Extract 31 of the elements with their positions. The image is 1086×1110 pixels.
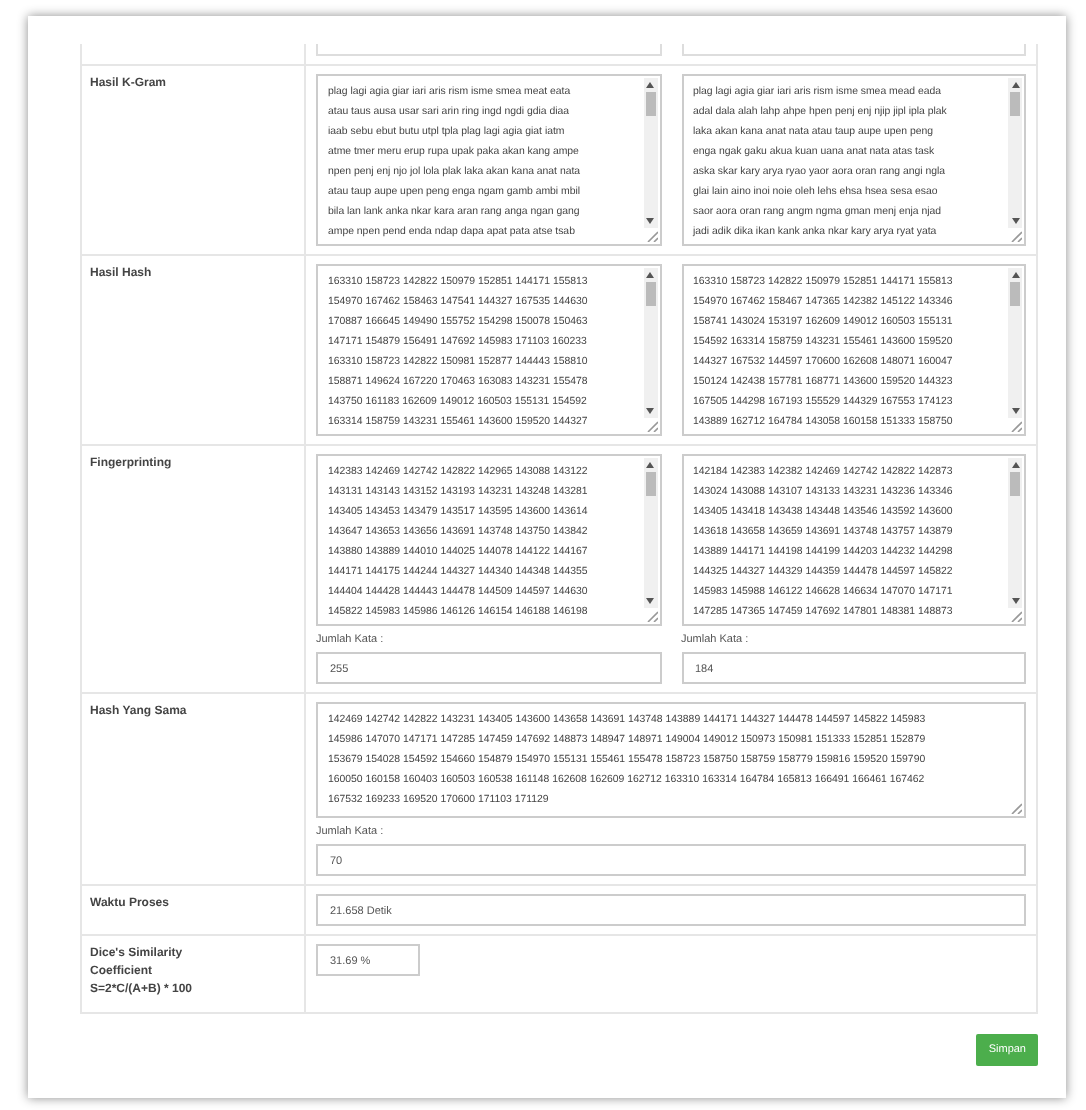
resize-handle-icon[interactable] xyxy=(645,230,657,242)
scrollbar-thumb[interactable] xyxy=(1010,472,1020,496)
scrollbar-thumb[interactable] xyxy=(645,92,655,116)
scrollbar[interactable] xyxy=(1008,458,1022,608)
scroll-down-icon[interactable] xyxy=(1011,598,1019,604)
scroll-down-icon[interactable] xyxy=(646,598,654,604)
resize-handle-icon[interactable] xyxy=(645,610,657,622)
scrollbar[interactable] xyxy=(1008,78,1022,228)
scrollbar[interactable] xyxy=(1008,268,1022,418)
scrollbar[interactable] xyxy=(643,268,657,418)
scrollbar-thumb[interactable] xyxy=(645,472,655,496)
scroll-up-icon[interactable] xyxy=(646,272,654,278)
resize-handle-icon[interactable] xyxy=(1010,610,1022,622)
scroll-up-icon[interactable] xyxy=(1011,462,1019,468)
scrollbar-thumb[interactable] xyxy=(1010,92,1020,116)
scroll-down-icon[interactable] xyxy=(646,408,654,414)
scroll-down-icon[interactable] xyxy=(646,218,654,224)
scroll-up-icon[interactable] xyxy=(1011,272,1019,278)
scroll-down-icon[interactable] xyxy=(1011,218,1019,224)
scroll-up-icon[interactable] xyxy=(646,462,654,468)
scroll-up-icon[interactable] xyxy=(1011,82,1019,88)
scroll-up-icon[interactable] xyxy=(646,82,654,88)
scrollbar-thumb[interactable] xyxy=(1010,282,1020,306)
scrollbar-thumb[interactable] xyxy=(645,282,655,306)
resize-handle-icon[interactable] xyxy=(645,420,657,432)
scroll-down-icon[interactable] xyxy=(1011,408,1019,414)
scrollbar[interactable] xyxy=(643,78,657,228)
resize-handle-icon[interactable] xyxy=(1010,420,1022,432)
resize-handle-icon[interactable] xyxy=(1010,230,1022,242)
resize-handle-icon[interactable] xyxy=(1010,802,1022,814)
scrollbar[interactable] xyxy=(643,458,657,608)
